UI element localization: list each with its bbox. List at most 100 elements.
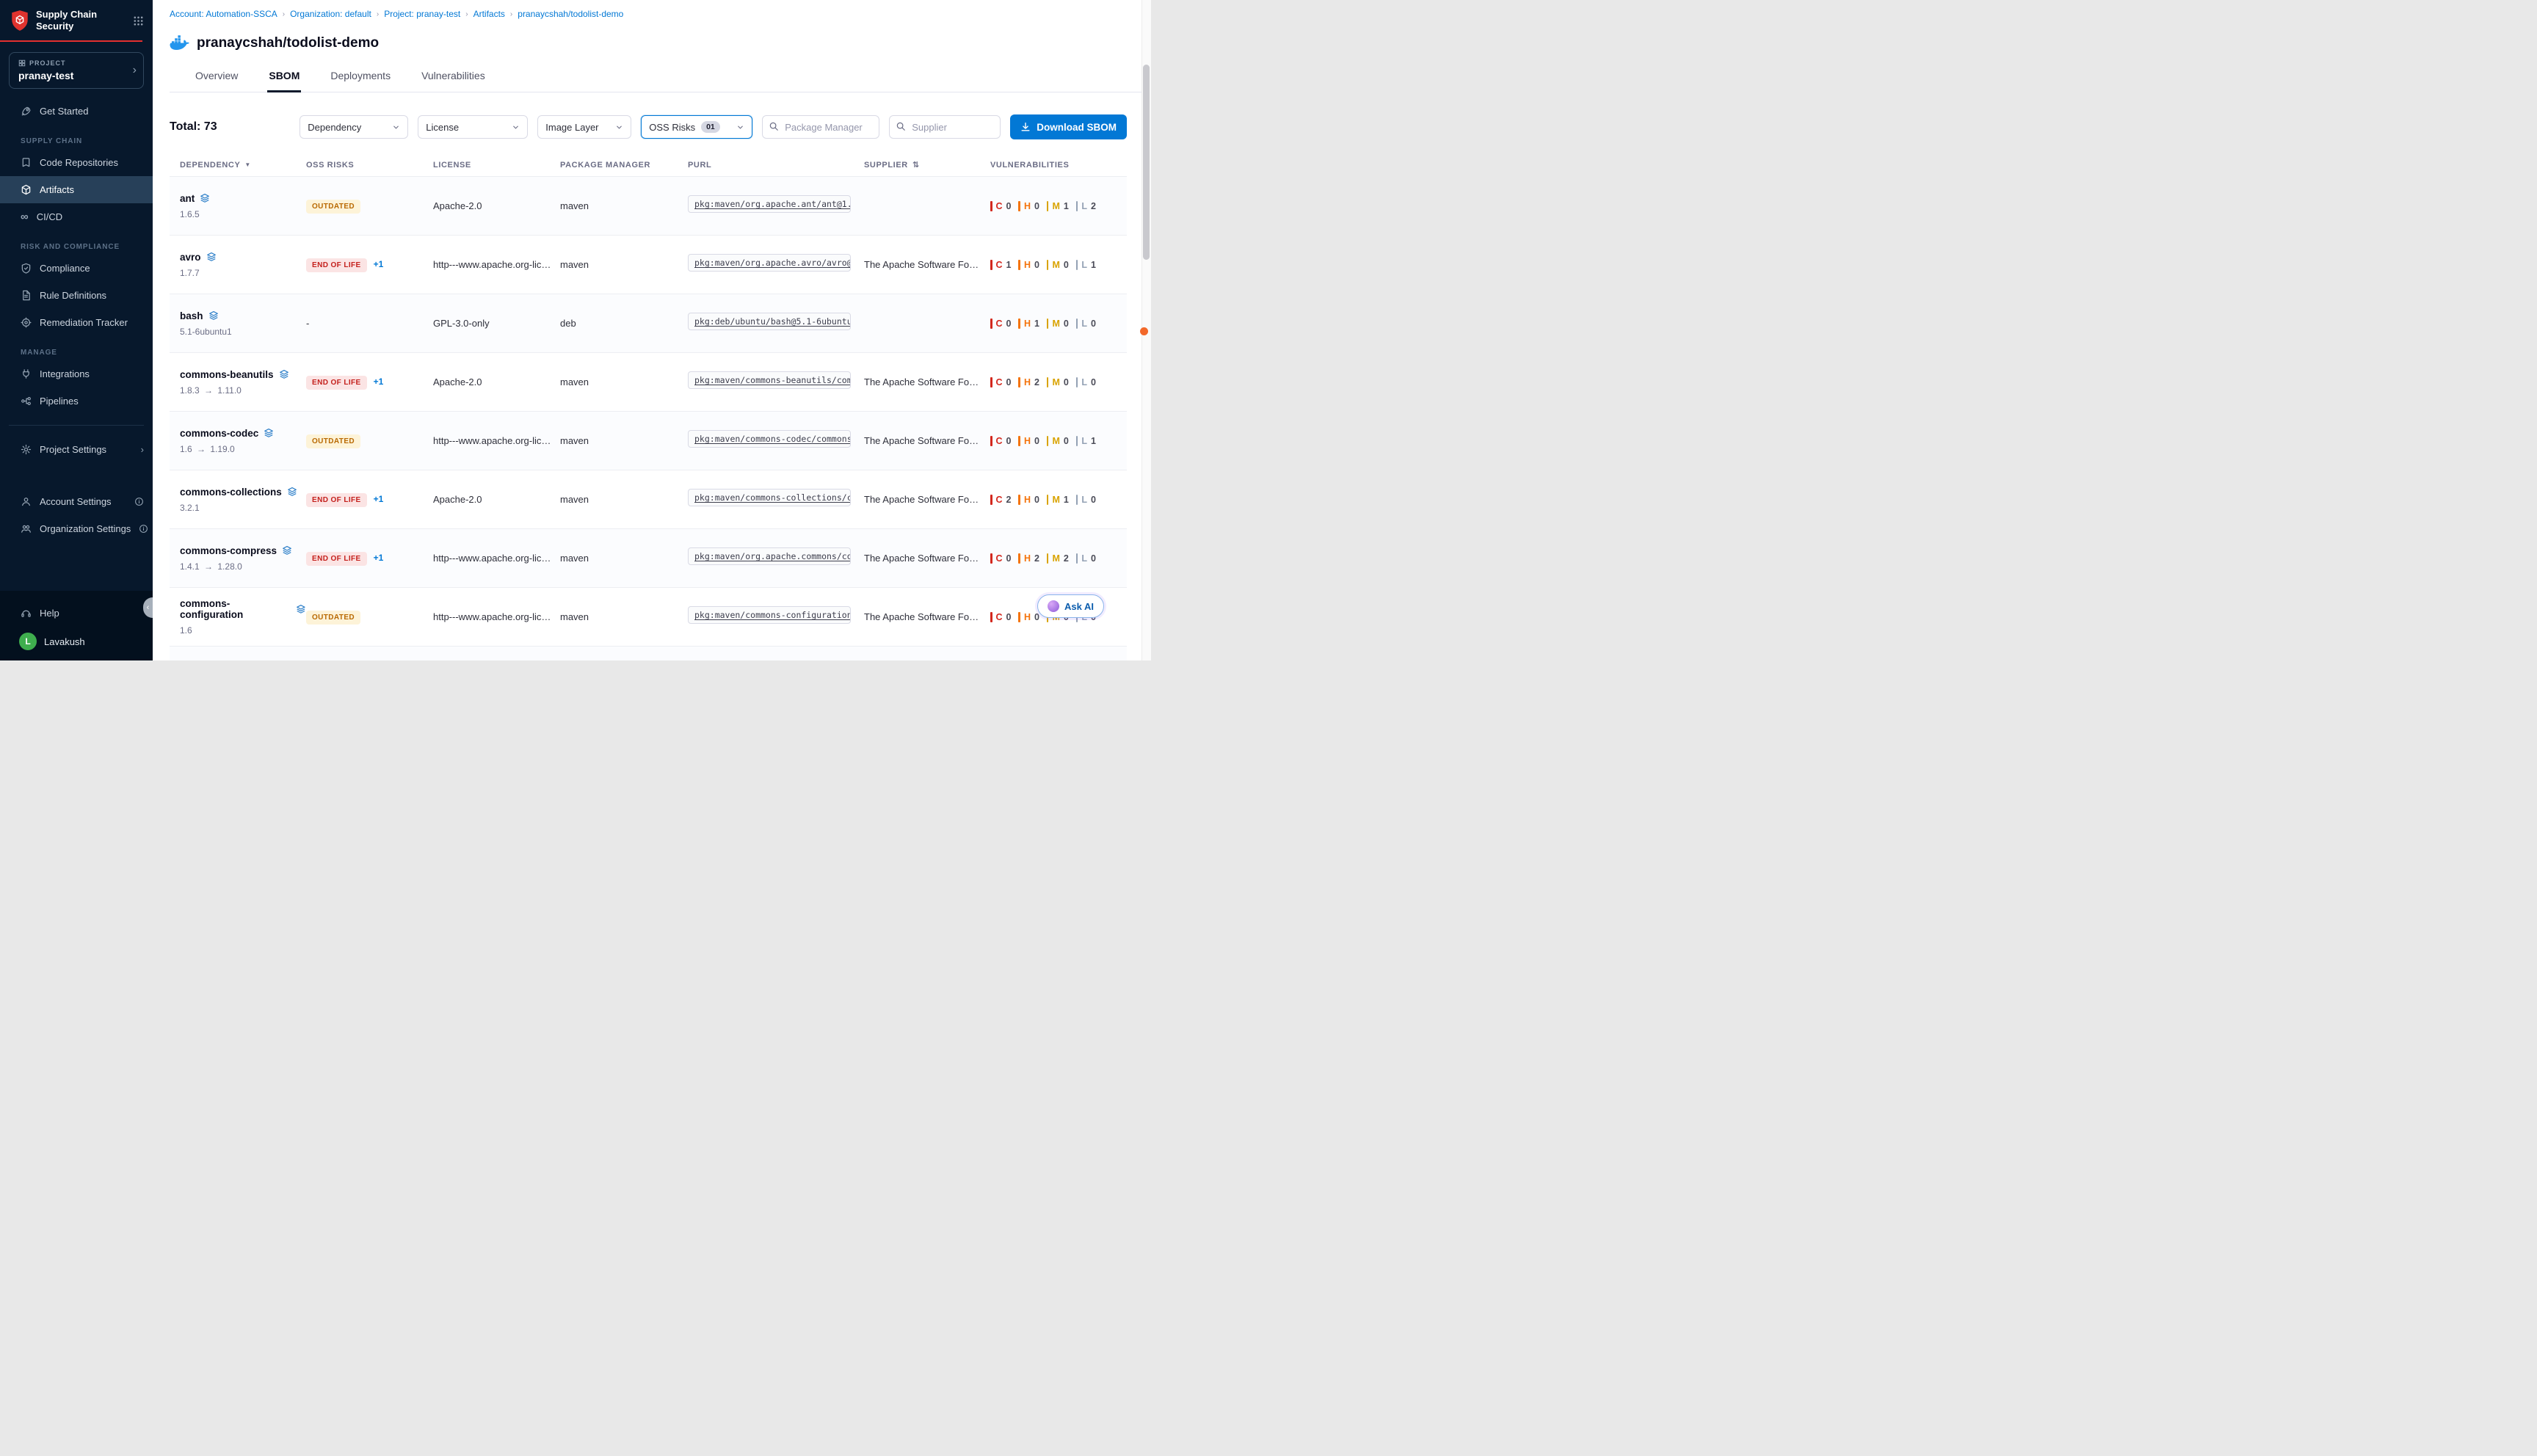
oss-risk-cell: - [306, 317, 433, 330]
breadcrumb-artifacts[interactable]: Artifacts [473, 9, 505, 19]
sidebar-item-artifacts[interactable]: Artifacts [0, 176, 153, 203]
purl-value[interactable]: pkg:maven/commons-beanutils/comm… [688, 371, 851, 389]
vulnerability-counts: C0H0M1L2 [990, 201, 1127, 211]
sidebar-item-label: Compliance [40, 263, 90, 274]
table-row[interactable]: commons-codec 1.6 → 1.19.0 OUTDATED http… [170, 411, 1127, 470]
vuln-medium: M0 [1047, 318, 1069, 329]
purl-value[interactable]: pkg:deb/ubuntu/bash@5.1-6ubuntu1 [688, 313, 851, 330]
plug-icon [21, 368, 32, 379]
supplier-search [889, 115, 1001, 139]
table-row[interactable]: commons-fileupload END OF LIFE+1 Apache-… [170, 646, 1127, 660]
app-logo[interactable]: Supply Chain Security [0, 0, 153, 40]
oss-risk-badge: END OF LIFE [306, 552, 367, 566]
headset-icon [21, 608, 32, 619]
tab-deployments[interactable]: Deployments [329, 70, 392, 92]
breadcrumb-project[interactable]: Project: pranay-test [384, 9, 460, 19]
vuln-critical: C0 [990, 318, 1011, 329]
download-sbom-button[interactable]: Download SBOM [1010, 114, 1127, 139]
table-row[interactable]: commons-beanutils 1.8.3 → 1.11.0 END OF … [170, 352, 1127, 411]
sidebar-item-pipelines[interactable]: Pipelines [0, 387, 153, 415]
vuln-high: H0 [1018, 436, 1039, 446]
purl-value[interactable]: pkg:maven/commons-collections/co… [688, 489, 851, 506]
table-row[interactable]: commons-compress 1.4.1 → 1.28.0 END OF L… [170, 528, 1127, 587]
ask-ai-label: Ask AI [1064, 601, 1094, 612]
tab-sbom[interactable]: SBOM [267, 70, 301, 92]
column-header-supplier[interactable]: SUPPLIER⇅ [864, 160, 990, 170]
sidebar-item-cicd[interactable]: ∞ CI/CD [0, 203, 153, 230]
sidebar-item-account-settings[interactable]: Account Settings [0, 488, 153, 515]
repository-icon [21, 157, 32, 168]
vuln-critical: C2 [990, 495, 1011, 505]
sidebar-item-remediation-tracker[interactable]: Remediation Tracker [0, 309, 153, 336]
dependency-cell: commons-codec 1.6 → 1.19.0 [180, 428, 306, 454]
table-row[interactable]: avro 1.7.7 END OF LIFE+1 http---www.apac… [170, 235, 1127, 294]
sidebar-item-integrations[interactable]: Integrations [0, 360, 153, 387]
tab-vulnerabilities[interactable]: Vulnerabilities [420, 70, 487, 92]
license: http---www.apache.org-lice… [433, 259, 560, 270]
purl-value[interactable]: pkg:maven/org.apache.ant/ant@1.6… [688, 195, 851, 213]
sidebar-item-label: Remediation Tracker [40, 317, 128, 328]
dependency-filter-select[interactable]: Dependency [300, 115, 408, 139]
license: http---www.apache.org-lice… [433, 553, 560, 564]
page-header: Account: Automation-SSCA › Organization: … [153, 0, 1151, 92]
vuln-high: H1 [1018, 318, 1039, 329]
sidebar-item-organization-settings[interactable]: Organization Settings [0, 515, 153, 542]
oss-risk-more-link[interactable]: +1 [374, 553, 384, 563]
sidebar-item-get-started[interactable]: Get Started [0, 98, 153, 125]
main-content: Account: Automation-SSCA › Organization: … [153, 0, 1151, 660]
sidebar-item-label: Pipelines [40, 396, 79, 407]
sidebar-item-compliance[interactable]: Compliance [0, 255, 153, 282]
oss-risk-more-link[interactable]: +1 [374, 494, 384, 504]
dependency-cell: commons-compress 1.4.1 → 1.28.0 [180, 545, 306, 572]
package-manager-search-input[interactable] [762, 115, 879, 139]
dependency-version: 1.6.5 [180, 209, 306, 219]
sidebar-item-code-repositories[interactable]: Code Repositories [0, 149, 153, 176]
project-selector[interactable]: PROJECT pranay-test › [9, 52, 144, 89]
breadcrumb-separator: › [510, 10, 512, 18]
oss-risk-more-link[interactable]: +1 [374, 376, 384, 387]
user-menu[interactable]: L Lavakush [0, 627, 153, 650]
oss-risk-cell: OUTDATED [306, 199, 433, 214]
vuln-medium: M1 [1047, 495, 1069, 505]
purl-value[interactable]: pkg:maven/org.apache.commons/com… [688, 547, 851, 565]
purl-value[interactable]: pkg:maven/org.apache.avro/avro@1… [688, 254, 851, 272]
dependency-version: 1.4.1 → 1.28.0 [180, 561, 306, 572]
breadcrumb-account[interactable]: Account: Automation-SSCA [170, 9, 277, 19]
sidebar-item-rule-definitions[interactable]: Rule Definitions [0, 282, 153, 309]
rocket-icon [21, 106, 32, 117]
gear-icon [21, 444, 32, 455]
chevron-down-icon [615, 123, 623, 131]
breadcrumb-current[interactable]: pranaycshah/todolist-demo [518, 9, 623, 19]
column-header-dependency[interactable]: DEPENDENCY▼ [180, 161, 306, 170]
notification-dot[interactable] [1140, 327, 1148, 335]
vuln-low: L0 [1076, 553, 1096, 564]
oss-risk-cell: END OF LIFE+1 [306, 375, 433, 390]
vuln-medium: M0 [1047, 436, 1069, 446]
oss-risks-filter-select[interactable]: OSS Risks 01 [641, 115, 752, 139]
table-row[interactable]: bash 5.1-6ubuntu1 - GPL-3.0-only deb pkg… [170, 294, 1127, 352]
breadcrumb-organization[interactable]: Organization: default [290, 9, 371, 19]
ask-ai-button[interactable]: Ask AI [1037, 594, 1104, 618]
table-row[interactable]: ant 1.6.5 OUTDATED Apache-2.0 maven pkg:… [170, 176, 1127, 235]
table-row[interactable]: commons-configuration 1.6 OUTDATED http-… [170, 587, 1127, 646]
tab-overview[interactable]: Overview [194, 70, 239, 92]
sidebar-item-project-settings[interactable]: Project Settings › [0, 436, 153, 463]
oss-risk-badge: END OF LIFE [306, 493, 367, 507]
download-icon [1020, 122, 1031, 132]
vuln-medium: M0 [1047, 377, 1069, 387]
scrollbar-thumb[interactable] [1143, 65, 1150, 260]
oss-risk-more-link[interactable]: +1 [374, 259, 384, 269]
vuln-high: H0 [1018, 495, 1039, 505]
image-layer-filter-select[interactable]: Image Layer [537, 115, 631, 139]
sidebar-item-help[interactable]: Help [0, 600, 153, 627]
sidebar-item-label: Account Settings [40, 496, 112, 507]
vuln-low: L1 [1076, 260, 1096, 270]
purl-value[interactable]: pkg:maven/commons-configuration/… [688, 606, 851, 624]
apps-grid-icon[interactable] [133, 15, 144, 26]
sidebar-item-label: Project Settings [40, 444, 106, 455]
table-row[interactable]: commons-collections 3.2.1 END OF LIFE+1 … [170, 470, 1127, 528]
vuln-low: L2 [1076, 201, 1096, 211]
license-filter-select[interactable]: License [418, 115, 528, 139]
purl-value[interactable]: pkg:maven/commons-codec/commons-… [688, 430, 851, 448]
vuln-critical: C1 [990, 260, 1011, 270]
